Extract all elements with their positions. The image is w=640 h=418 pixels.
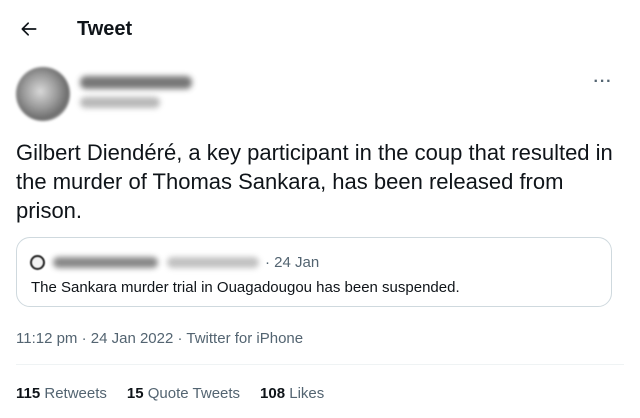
- quote-avatar: [30, 255, 45, 270]
- more-options-button[interactable]: ···: [590, 72, 616, 92]
- stat-quote-tweets[interactable]: 15 Quote Tweets: [127, 384, 240, 404]
- likes-label: Likes: [289, 385, 325, 402]
- back-button[interactable]: [14, 14, 44, 44]
- header: Tweet: [0, 0, 640, 58]
- more-horizontal-icon: ···: [593, 73, 613, 90]
- author-name-redacted[interactable]: [80, 76, 192, 89]
- stat-retweets[interactable]: 115 Retweets: [16, 384, 107, 404]
- avatar[interactable]: [16, 67, 70, 121]
- retweets-label: Retweets: [44, 385, 107, 402]
- tweet-timestamp[interactable]: 11:12 pm · 24 Jan 2022 · Twitter for iPh…: [16, 329, 303, 349]
- arrow-left-icon: [21, 22, 37, 36]
- quote-text: The Sankara murder trial in Ouagadougou …: [31, 279, 460, 296]
- likes-count: 108: [260, 385, 286, 402]
- tweet-stats: 115 Retweets 15 Quote Tweets 108 Likes: [16, 384, 344, 404]
- divider: [16, 364, 624, 365]
- retweets-count: 115: [16, 385, 41, 402]
- tweet-text: Gilbert Diendéré, a key participant in t…: [16, 140, 613, 223]
- quote-author-handle-redacted: [167, 257, 259, 268]
- quote-author-name-redacted: [53, 257, 158, 268]
- quote-tweets-count: 15: [126, 385, 144, 402]
- quote-date: · 24 Jan: [265, 254, 320, 271]
- stat-likes[interactable]: 108 Likes: [260, 384, 324, 404]
- quoted-tweet[interactable]: · 24 Jan The Sankara murder trial in Oua…: [16, 237, 612, 307]
- page-title: Tweet: [77, 18, 133, 40]
- quote-tweets-label: Quote Tweets: [147, 385, 241, 402]
- author-handle-redacted[interactable]: [80, 97, 160, 108]
- tweet-page: Tweet ··· Gilbert Diendéré, a key partic…: [0, 0, 640, 418]
